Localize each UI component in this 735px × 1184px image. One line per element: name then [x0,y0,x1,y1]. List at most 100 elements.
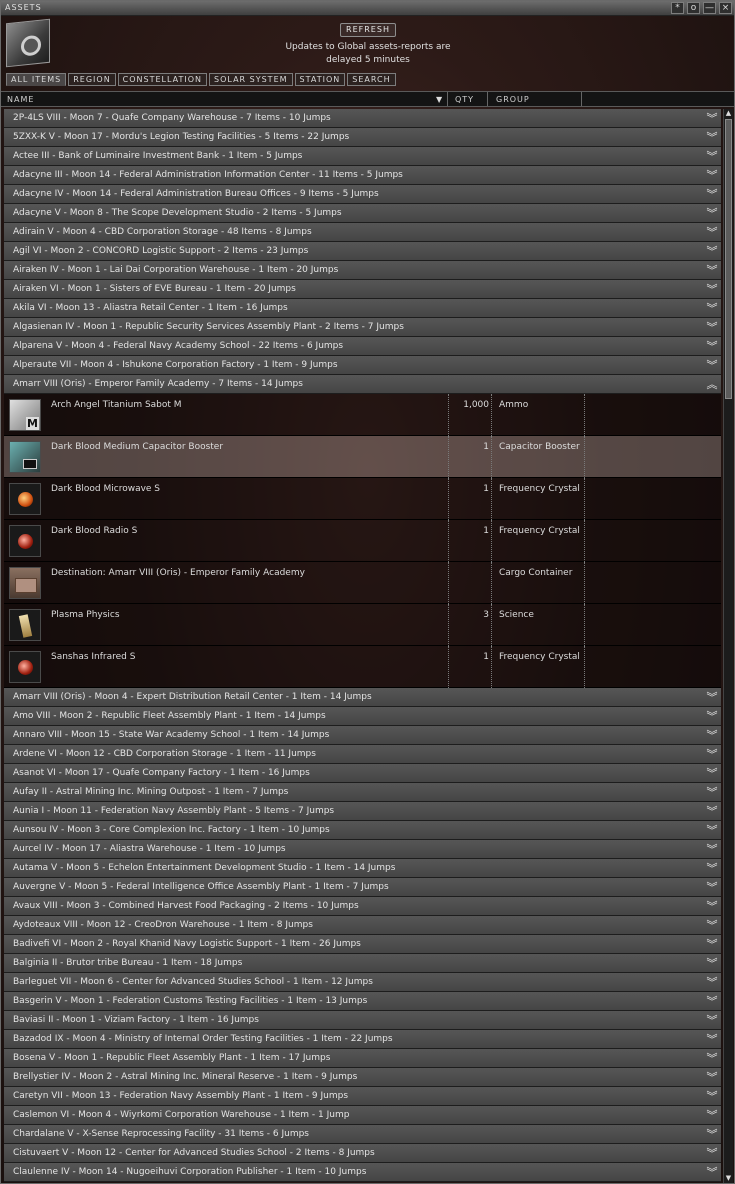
station-group-row[interactable]: Akila VI - Moon 13 - Aliastra Retail Cen… [4,299,721,318]
tab-region[interactable]: REGION [68,73,116,86]
asset-item-row[interactable]: Destination: Amarr VIII (Oris) - Emperor… [4,562,721,604]
expand-icon[interactable]: ︾ [706,1145,718,1161]
scroll-thumb[interactable] [725,119,732,399]
options-icon[interactable]: o [687,2,700,14]
station-group-row[interactable]: Barleguet VII - Moon 6 - Center for Adva… [4,973,721,992]
scrollbar[interactable]: ▲ ▼ [723,109,733,1183]
station-group-row[interactable]: 5ZXX-K V - Moon 17 - Mordu's Legion Test… [4,128,721,147]
asset-item-row[interactable]: Sanshas Infrared S 1 Frequency Crystal [4,646,721,688]
expand-icon[interactable]: ︾ [706,708,718,724]
station-group-row[interactable]: Airaken IV - Moon 1 - Lai Dai Corporatio… [4,261,721,280]
expand-icon[interactable]: ︾ [706,262,718,278]
station-group-row[interactable]: Actee III - Bank of Luminaire Investment… [4,147,721,166]
expand-icon[interactable]: ︾ [706,1031,718,1047]
minimize-icon[interactable]: — [703,2,716,14]
expand-icon[interactable]: ︾ [706,1164,718,1180]
expand-icon[interactable]: ︾ [706,129,718,145]
close-icon[interactable]: × [719,2,732,14]
station-group-row[interactable]: Balginia II - Brutor tribe Bureau - 1 It… [4,954,721,973]
column-name[interactable]: NAME [7,95,34,104]
expand-icon[interactable]: ︾ [706,1012,718,1028]
expand-icon[interactable]: ︾ [706,689,718,705]
station-group-row[interactable]: Bazadod IX - Moon 4 - Ministry of Intern… [4,1030,721,1049]
expand-icon[interactable]: ︾ [706,186,718,202]
station-group-row[interactable]: Cistuvaert V - Moon 12 - Center for Adva… [4,1144,721,1163]
station-group-row[interactable]: Aunia I - Moon 11 - Federation Navy Asse… [4,802,721,821]
station-group-row[interactable]: Ardene VI - Moon 12 - CBD Corporation St… [4,745,721,764]
station-group-row[interactable]: Adirain V - Moon 4 - CBD Corporation Sto… [4,223,721,242]
station-group-row[interactable]: Adacyne III - Moon 14 - Federal Administ… [4,166,721,185]
expand-icon[interactable]: ︾ [706,205,718,221]
station-group-row[interactable]: Avaux VIII - Moon 3 - Combined Harvest F… [4,897,721,916]
station-group-row[interactable]: Aydoteaux VIII - Moon 12 - CreoDron Ware… [4,916,721,935]
station-group-row[interactable]: Auvergne V - Moon 5 - Federal Intelligen… [4,878,721,897]
station-group-row[interactable]: Caretyn VII - Moon 13 - Federation Navy … [4,1087,721,1106]
tab-all-items[interactable]: ALL ITEMS [6,73,67,86]
cargo-container-icon[interactable] [9,567,41,599]
crystal-icon[interactable] [9,525,41,557]
column-divider[interactable] [487,92,488,106]
expand-icon[interactable]: ︾ [706,1088,718,1104]
expand-icon[interactable]: ︾ [706,1050,718,1066]
station-group-row[interactable]: Amo VIII - Moon 2 - Republic Fleet Assem… [4,707,721,726]
collapse-icon[interactable]: ︽ [706,376,718,392]
expand-icon[interactable]: ︾ [706,243,718,259]
expand-icon[interactable]: ︾ [706,224,718,240]
crystal-icon[interactable] [9,483,41,515]
station-group-row[interactable]: Annaro VIII - Moon 15 - State War Academ… [4,726,721,745]
expand-icon[interactable]: ︾ [706,765,718,781]
ammo-icon[interactable] [9,399,41,431]
expand-icon[interactable]: ︾ [706,822,718,838]
station-group-row[interactable]: Amarr VIII (Oris) - Emperor Family Acade… [4,375,721,394]
column-divider[interactable] [447,92,448,106]
station-group-row[interactable]: Autama V - Moon 5 - Echelon Entertainmen… [4,859,721,878]
refresh-button[interactable]: REFRESH [340,23,396,37]
station-group-row[interactable]: Chardalane V - X-Sense Reprocessing Faci… [4,1125,721,1144]
expand-icon[interactable]: ︾ [706,803,718,819]
expand-icon[interactable]: ︾ [706,1126,718,1142]
expand-icon[interactable]: ︾ [706,898,718,914]
station-group-row[interactable]: Agil VI - Moon 2 - CONCORD Logistic Supp… [4,242,721,261]
expand-icon[interactable]: ︾ [706,936,718,952]
station-group-row[interactable]: Asanot VI - Moon 17 - Quafe Company Fact… [4,764,721,783]
column-qty[interactable]: QTY [455,95,474,104]
expand-icon[interactable]: ︾ [706,110,718,126]
titlebar[interactable]: ASSETS * o — × [1,1,734,16]
station-group-row[interactable]: Amarr VIII (Oris) - Moon 4 - Expert Dist… [4,688,721,707]
scroll-up-icon[interactable]: ▲ [724,109,733,118]
station-group-row[interactable]: Adacyne V - Moon 8 - The Scope Developme… [4,204,721,223]
expand-icon[interactable]: ︾ [706,917,718,933]
sort-desc-icon[interactable]: ▼ [436,95,442,104]
station-group-row[interactable]: Baviasi II - Moon 1 - Viziam Factory - 1… [4,1011,721,1030]
expand-icon[interactable]: ︾ [706,993,718,1009]
station-group-row[interactable]: Brellystier IV - Moon 2 - Astral Mining … [4,1068,721,1087]
capacitor-booster-icon[interactable] [9,441,41,473]
crystal-icon[interactable] [9,651,41,683]
station-group-row[interactable]: 2P-4LS VIII - Moon 7 - Quafe Company War… [4,109,721,128]
column-group[interactable]: GROUP [496,95,530,104]
asset-item-row[interactable]: Dark Blood Radio S 1 Frequency Crystal [4,520,721,562]
expand-icon[interactable]: ︾ [706,860,718,876]
station-group-row[interactable]: Basgerin V - Moon 1 - Federation Customs… [4,992,721,1011]
expand-icon[interactable]: ︾ [706,974,718,990]
station-group-row[interactable]: Aufay II - Astral Mining Inc. Mining Out… [4,783,721,802]
asset-item-row[interactable]: Dark Blood Microwave S 1 Frequency Crystal [4,478,721,520]
scroll-down-icon[interactable]: ▼ [724,1174,733,1183]
station-group-row[interactable]: Aurcel IV - Moon 17 - Aliastra Warehouse… [4,840,721,859]
skillbook-icon[interactable] [9,609,41,641]
expand-icon[interactable]: ︾ [706,300,718,316]
station-group-row[interactable]: Alparena V - Moon 4 - Federal Navy Acade… [4,337,721,356]
station-group-row[interactable]: Caslemon VI - Moon 4 - Wiyrkomi Corporat… [4,1106,721,1125]
tab-constellation[interactable]: CONSTELLATION [117,73,208,86]
station-group-row[interactable]: Bosena V - Moon 1 - Republic Fleet Assem… [4,1049,721,1068]
station-group-row[interactable]: Alperaute VII - Moon 4 - Ishukone Corpor… [4,356,721,375]
expand-icon[interactable]: ︾ [706,338,718,354]
expand-icon[interactable]: ︾ [706,879,718,895]
station-group-row[interactable]: Airaken VI - Moon 1 - Sisters of EVE Bur… [4,280,721,299]
asset-item-row[interactable]: Plasma Physics 3 Science [4,604,721,646]
pin-icon[interactable]: * [671,2,684,14]
station-group-row[interactable]: Algasienan IV - Moon 1 - Republic Securi… [4,318,721,337]
expand-icon[interactable]: ︾ [706,784,718,800]
expand-icon[interactable]: ︾ [706,167,718,183]
station-group-row[interactable]: Badivefi VI - Moon 2 - Royal Khanid Navy… [4,935,721,954]
